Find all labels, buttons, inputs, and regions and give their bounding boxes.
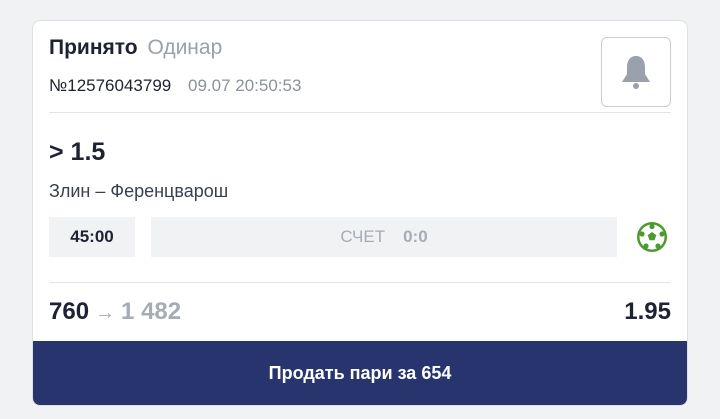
divider	[49, 282, 671, 283]
score-box: СЧЕТ 0:0	[151, 217, 617, 257]
football-icon	[637, 222, 667, 252]
potential-payout: 1 482	[121, 298, 182, 325]
bet-card: Принято Одинар №12576043799 09.07 20:50:…	[32, 20, 688, 406]
bet-datetime: 09.07 20:50:53	[187, 76, 302, 95]
notification-button[interactable]	[601, 37, 671, 107]
bell-icon	[622, 56, 650, 89]
bet-type: Одинар	[147, 36, 223, 59]
divider	[49, 112, 671, 113]
stake-payout: 760 → 1 482	[49, 297, 181, 328]
score-label: СЧЕТ	[340, 227, 386, 246]
event-name: Злин – Ференцварош	[49, 181, 229, 201]
bet-status: Принято	[49, 36, 138, 59]
sell-bet-button[interactable]: Продать пари за 654	[33, 341, 687, 405]
score-value: 0:0	[403, 227, 428, 246]
bet-outcome: > 1.5	[49, 138, 106, 166]
stake-amount: 760	[49, 298, 90, 325]
bet-odds: 1.95	[624, 298, 671, 325]
bet-number: №12576043799	[49, 76, 172, 95]
arrow-right-icon: →	[95, 302, 116, 324]
match-timer: 45:00	[49, 217, 135, 257]
bet-header: Принято Одинар	[49, 35, 222, 61]
bet-meta: №12576043799 09.07 20:50:53	[49, 75, 301, 97]
